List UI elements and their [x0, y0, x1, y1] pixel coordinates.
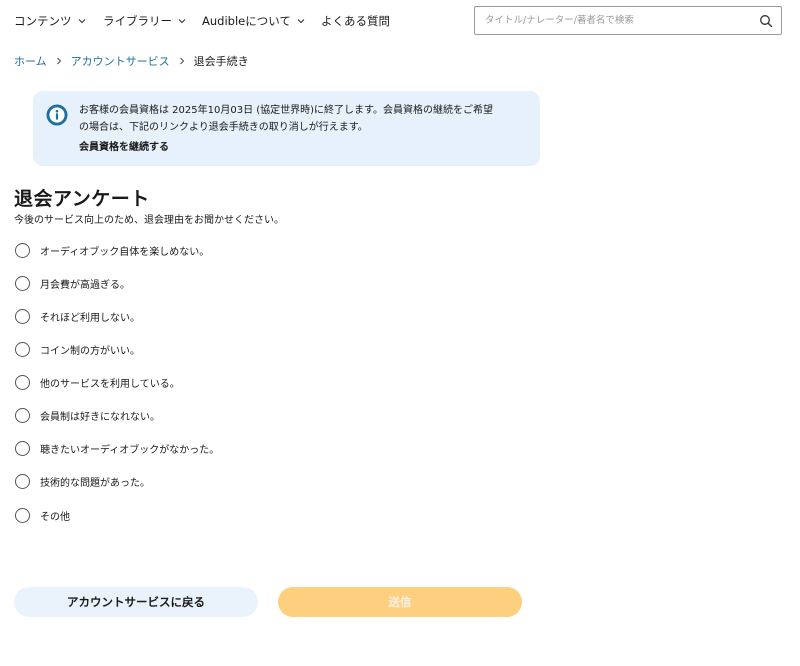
nav-item-faq[interactable]: よくある質問 [321, 13, 390, 29]
survey-option-label: それほど利用しない。 [40, 313, 140, 324]
survey-option-label: コイン制の方がいい。 [40, 346, 140, 357]
survey-option-label: 月会費が高過ぎる。 [40, 280, 130, 291]
survey-option-label: オーディオブック自体を楽しめない。 [40, 247, 210, 258]
survey-option[interactable]: それほど利用しない。 [15, 309, 140, 324]
survey-option[interactable]: オーディオブック自体を楽しめない。 [15, 243, 209, 258]
radio-button[interactable] [15, 276, 30, 291]
survey-subtitle: 今後のサービス向上のため、退会理由をお聞かせください。 [14, 215, 284, 226]
survey-option[interactable]: コイン制の方がいい。 [15, 342, 140, 357]
radio-button[interactable] [15, 441, 30, 456]
continue-membership-link[interactable]: 会員資格を継続する [79, 138, 169, 153]
survey-option-label: 他のサービスを利用している。 [40, 379, 180, 390]
chevron-down-icon [178, 19, 186, 24]
breadcrumb-current: 退会手続き [193, 55, 249, 68]
survey-option-label: 聴きたいオーディオブックがなかった。 [40, 445, 220, 456]
survey-option[interactable]: 技術的な問題があった。 [15, 474, 150, 489]
radio-button[interactable] [15, 508, 30, 523]
nav-item-label: よくある質問 [321, 14, 390, 28]
survey-option[interactable]: 他のサービスを利用している。 [15, 375, 180, 390]
notice-line: お客様の会員資格は 2025年10月03日 (協定世界時)に終了します。会員資格… [79, 105, 494, 116]
notice-line: の場合は、下記のリンクより退会手続きの取り消しが行えます。 [79, 121, 368, 133]
survey-option-label: 技術的な問題があった。 [40, 478, 150, 489]
back-to-account-button[interactable]: アカウントサービスに戻る [14, 587, 258, 617]
survey-option[interactable]: 聴きたいオーディオブックがなかった。 [15, 441, 219, 456]
membership-notice: お客様の会員資格は 2025年10月03日 (協定世界時)に終了します。会員資格… [33, 91, 540, 166]
nav-item-about-audible[interactable]: Audibleについて [202, 13, 305, 29]
breadcrumb: ホーム アカウントサービス 退会手続き [14, 53, 249, 69]
nav-item-label: コンテンツ [14, 14, 72, 28]
breadcrumb-home-link[interactable]: ホーム [14, 53, 47, 69]
radio-button[interactable] [15, 309, 30, 324]
submit-button[interactable]: 送信 [278, 587, 522, 617]
survey-title: 退会アンケート [14, 188, 150, 210]
notice-text: お客様の会員資格は 2025年10月03日 (協定世界時)に終了します。会員資格… [79, 103, 529, 136]
survey-option-label: 会員制は好きになれない。 [40, 412, 160, 423]
radio-button[interactable] [15, 474, 30, 489]
survey-option[interactable]: 月会費が高過ぎる。 [15, 276, 130, 291]
chevron-right-icon [56, 57, 61, 65]
nav-item-contents[interactable]: コンテンツ [14, 13, 86, 29]
radio-button[interactable] [15, 243, 30, 258]
radio-button[interactable] [15, 342, 30, 357]
survey-option-label: その他 [40, 512, 70, 523]
search-input[interactable] [485, 7, 755, 34]
search-icon[interactable] [759, 14, 773, 28]
survey-option[interactable]: 会員制は好きになれない。 [15, 408, 160, 423]
top-navigation: コンテンツ ライブラリー Audibleについて よくある質問 [0, 0, 800, 44]
chevron-right-icon [179, 57, 184, 65]
survey-option[interactable]: その他 [15, 508, 70, 523]
radio-button[interactable] [15, 375, 30, 390]
chevron-down-icon [297, 19, 305, 24]
breadcrumb-account-link[interactable]: アカウントサービス [71, 53, 170, 69]
nav-item-label: ライブラリー [103, 14, 172, 28]
nav-item-label: Audibleについて [202, 14, 291, 28]
chevron-down-icon [78, 19, 85, 24]
radio-button[interactable] [15, 408, 30, 423]
nav-item-library[interactable]: ライブラリー [103, 13, 186, 29]
search-box [474, 6, 782, 35]
info-icon [46, 104, 68, 126]
